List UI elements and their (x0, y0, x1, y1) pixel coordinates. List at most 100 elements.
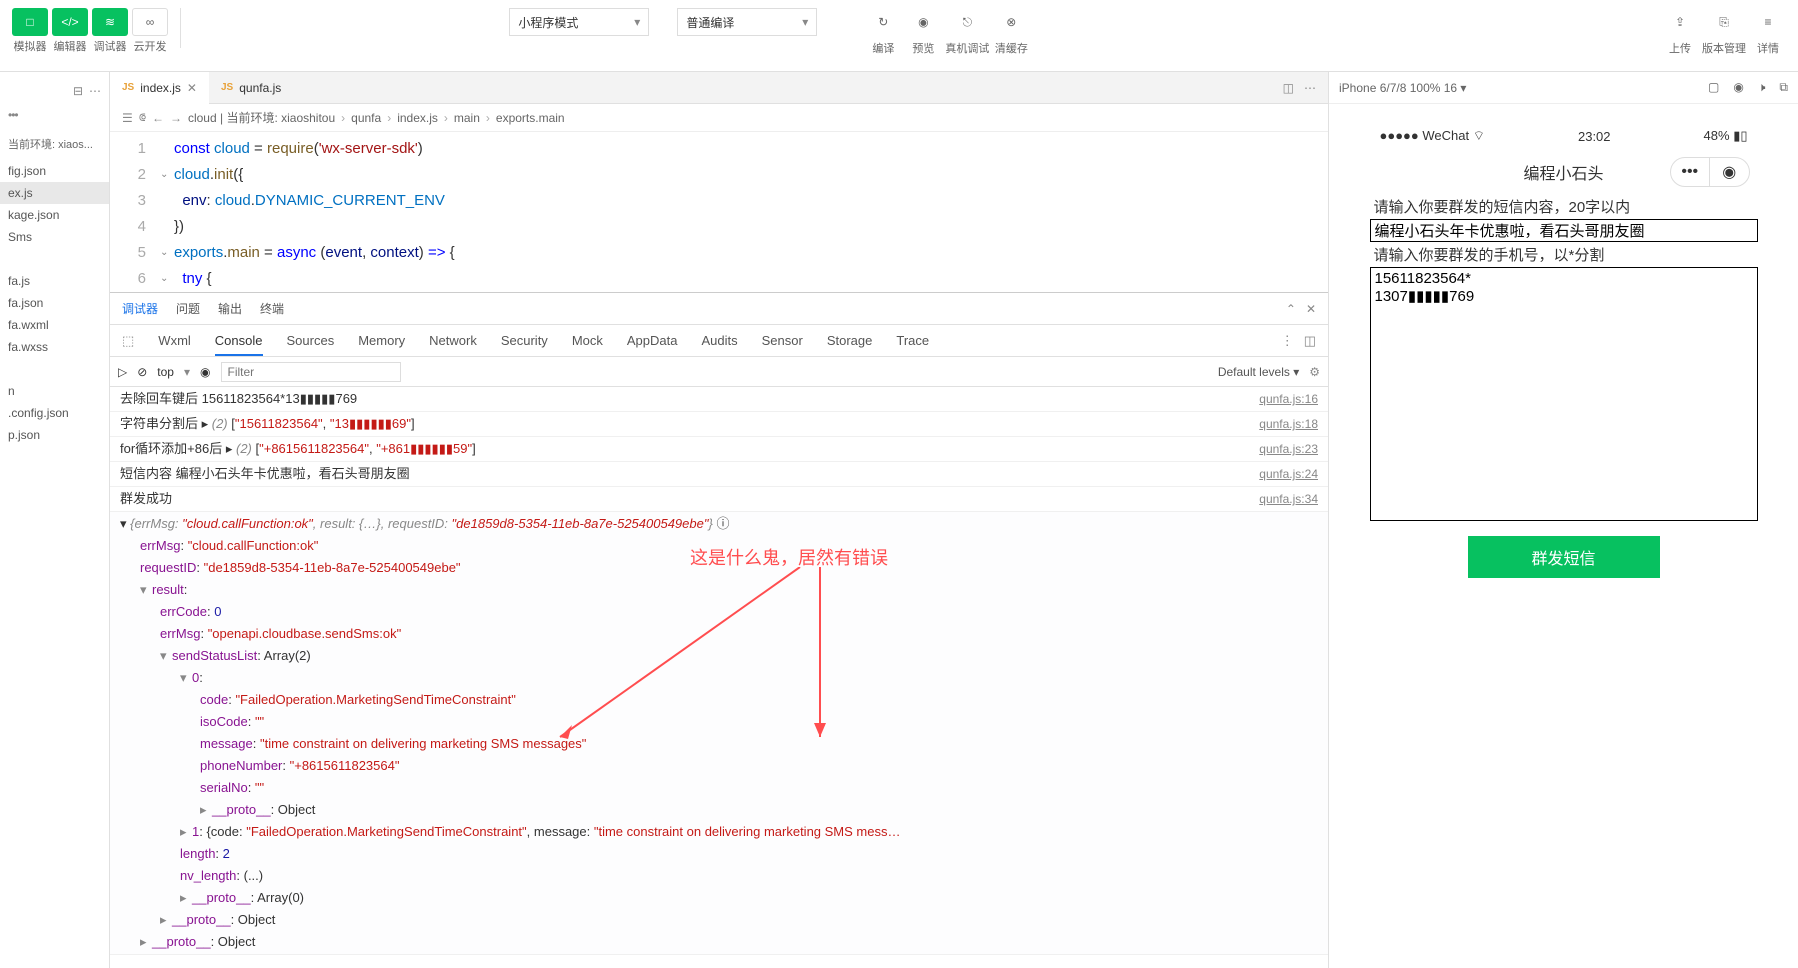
object-property[interactable]: isoCode: "" (120, 711, 1318, 733)
compile-select[interactable]: 普通编译 (677, 8, 817, 36)
breadcrumb-item[interactable]: cloud | 当前环境: xiaoshitou (188, 109, 335, 126)
tree-item[interactable]: ex.js (0, 182, 109, 204)
tree-item[interactable]: fa.wxml (0, 314, 109, 336)
tree-item[interactable]: p.json (0, 424, 109, 446)
tree-item[interactable]: fa.js (0, 270, 109, 292)
breadcrumb-item[interactable]: index.js (397, 111, 438, 125)
object-property[interactable]: ▾0: (120, 667, 1318, 689)
toolbar-btn[interactable]: □ (12, 8, 48, 36)
close-icon[interactable]: ✕ (187, 81, 197, 95)
phone-textarea[interactable] (1370, 267, 1758, 521)
object-property[interactable]: nv_length: (...) (120, 865, 1318, 887)
devtools-tab[interactable]: Console (215, 333, 263, 356)
toolbar-action[interactable]: ⊗ (993, 8, 1029, 36)
tree-more-icon[interactable]: ⋯ (89, 84, 101, 98)
play-icon[interactable]: ▷ (118, 365, 127, 379)
toolbar-btn[interactable]: ∞ (132, 8, 168, 36)
filter-input[interactable] (221, 362, 401, 382)
tree-item[interactable]: fa.wxss (0, 336, 109, 358)
chevron-up-icon[interactable]: ⌃ (1286, 302, 1296, 316)
fwd-icon[interactable]: → (170, 111, 182, 125)
breadcrumb-item[interactable]: main (454, 111, 480, 125)
devtools-tab[interactable]: Mock (572, 333, 603, 348)
expanded-object[interactable]: ▾ {errMsg: "cloud.callFunction:ok", resu… (120, 513, 1318, 535)
capsule-close-icon[interactable]: ◉ (1710, 158, 1749, 186)
tree-item[interactable]: Sms (0, 226, 109, 248)
toolbar-btn[interactable]: </> (52, 8, 88, 36)
editor-tab[interactable]: JSindex.js✕ (110, 72, 209, 104)
object-property[interactable]: ▸__proto__: Object (120, 931, 1318, 953)
sim-device-icon[interactable]: ▢ (1708, 80, 1719, 95)
levels-select[interactable]: Default levels ▾ (1218, 365, 1299, 379)
eye-icon[interactable]: ◉ (200, 365, 210, 379)
devtools-tab[interactable]: Sensor (762, 333, 803, 348)
log-source[interactable]: qunfa.js:34 (1259, 488, 1318, 510)
tree-item[interactable] (0, 358, 109, 380)
log-source[interactable]: qunfa.js:16 (1259, 388, 1318, 410)
send-sms-button[interactable]: 群发短信 (1468, 536, 1660, 578)
object-property[interactable]: requestID: "de1859d8-5354-11eb-8a7e-5254… (120, 557, 1318, 579)
toolbar-btn[interactable]: ≋ (92, 8, 128, 36)
devtools-tab[interactable]: Sources (287, 333, 335, 348)
breadcrumb-item[interactable]: exports.main (496, 111, 565, 125)
debug-tab[interactable]: 终端 (260, 300, 284, 317)
object-property[interactable]: ▸__proto__: Object (120, 909, 1318, 931)
devtools-tab[interactable]: Network (429, 333, 477, 348)
object-property[interactable]: errMsg: "openapi.cloudbase.sendSms:ok" (120, 623, 1318, 645)
log-source[interactable]: qunfa.js:18 (1259, 413, 1318, 435)
console-body[interactable]: 这是什么鬼，居然有错误 去除回车键后 15611823564*13▮▮▮▮▮76… (110, 387, 1328, 968)
object-property[interactable]: length: 2 (120, 843, 1318, 865)
close-icon[interactable]: ✕ (1306, 302, 1316, 316)
toolbar-action[interactable]: ≡ (1750, 8, 1786, 36)
object-property[interactable]: serialNo: "" (120, 777, 1318, 799)
debug-tab[interactable]: 调试器 (122, 300, 158, 317)
debug-tab[interactable]: 问题 (176, 300, 200, 317)
log-source[interactable]: qunfa.js:24 (1259, 463, 1318, 485)
toolbar-action[interactable]: ⎋ (949, 8, 985, 36)
log-source[interactable]: qunfa.js:23 (1259, 438, 1318, 460)
object-property[interactable]: errCode: 0 (120, 601, 1318, 623)
code-editor[interactable]: 1const cloud = require('wx-server-sdk')2… (110, 132, 1328, 292)
sim-pop-icon[interactable]: ⧉ (1779, 80, 1788, 95)
tree-item[interactable] (0, 248, 109, 270)
clear-icon[interactable]: ⊘ (137, 365, 147, 379)
devtools-tab[interactable]: Wxml (158, 333, 191, 348)
devtools-tab[interactable]: Trace (896, 333, 929, 348)
sim-rec-icon[interactable]: ◉ (1733, 80, 1743, 95)
capsule[interactable]: •••◉ (1670, 157, 1750, 187)
split-icon[interactable]: ◫ (1283, 81, 1294, 95)
bookmark-icon[interactable]: ⟃ (139, 110, 146, 125)
object-property[interactable]: ▸__proto__: Array(0) (120, 887, 1318, 909)
tree-item[interactable]: kage.json (0, 204, 109, 226)
object-property[interactable]: phoneNumber: "+8615611823564" (120, 755, 1318, 777)
tabs-more-icon[interactable]: ⋯ (1304, 81, 1316, 95)
debug-tab[interactable]: 输出 (218, 300, 242, 317)
object-property[interactable]: ▾result: (120, 579, 1318, 601)
toolbar-action[interactable]: ⇪ (1662, 8, 1698, 36)
tree-item[interactable]: fa.json (0, 292, 109, 314)
tree-item[interactable]: n (0, 380, 109, 402)
toolbar-action[interactable]: ⎘ (1706, 8, 1742, 36)
tree-item[interactable]: .config.json (0, 402, 109, 424)
tree-item[interactable]: fig.json (0, 160, 109, 182)
mode-select[interactable]: 小程序模式 (509, 8, 649, 36)
editor-tab[interactable]: JSqunfa.js (209, 72, 293, 104)
object-property[interactable]: ▸__proto__: Object (120, 799, 1318, 821)
settings-icon[interactable]: ⚙ (1309, 365, 1320, 379)
inspect-icon[interactable]: ⬚ (122, 333, 134, 349)
toolbar-action[interactable]: ↻ (865, 8, 901, 36)
toolbar-action[interactable]: ◉ (905, 8, 941, 36)
object-property[interactable]: ▾sendStatusList: Array(2) (120, 645, 1318, 667)
devtools-tab[interactable]: Storage (827, 333, 873, 348)
tree-collapse-icon[interactable]: ⊟ (73, 84, 83, 98)
device-select[interactable]: iPhone 6/7/8 100% 16 ▾ (1339, 81, 1466, 95)
dt-dock-icon[interactable]: ◫ (1304, 333, 1316, 349)
sms-content-input[interactable] (1370, 219, 1758, 242)
devtools-tab[interactable]: Memory (358, 333, 405, 348)
breadcrumb-item[interactable]: qunfa (351, 111, 381, 125)
object-property[interactable]: ▸1: {code: "FailedOperation.MarketingSen… (120, 821, 1318, 843)
back-icon[interactable]: ← (152, 111, 164, 125)
dt-more-icon[interactable]: ⋮ (1281, 333, 1294, 349)
object-property[interactable]: errMsg: "cloud.callFunction:ok" (120, 535, 1318, 557)
context-select[interactable]: top (157, 365, 174, 379)
